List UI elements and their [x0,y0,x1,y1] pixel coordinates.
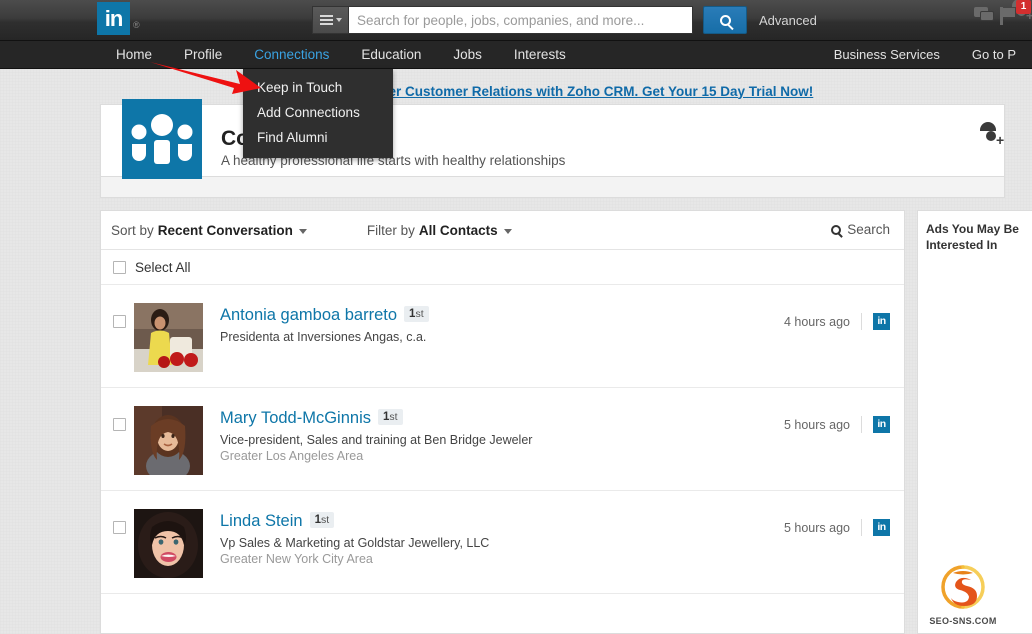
search-input[interactable] [348,6,693,34]
contact-name-link[interactable]: Linda Stein [220,512,303,530]
degree-suffix: st [389,411,397,423]
contact-meta: 5 hours ago in [784,503,892,536]
filter-by-dropdown[interactable]: Filter by All Contacts [367,223,512,238]
ads-sidebar: Ads You May Be Interested In [917,210,1032,634]
degree-suffix: st [415,308,423,320]
filter-by-value: All Contacts [419,223,498,238]
contacts-search-button[interactable]: Search [831,222,890,237]
main-nav-bar: Home Profile Connections Education Jobs … [0,41,1032,69]
top-bar: in ® Advanced + 1 [0,0,1032,41]
nav-items: Home Profile Connections Education Jobs … [100,41,582,69]
contact-info: Linda Stein 1st Vp Sales & Marketing at G… [203,503,784,566]
search-icon [720,15,731,26]
contacts-panel: Sort by Recent Conversation Filter by Al… [100,210,905,634]
linkedin-source-badge[interactable]: in [873,313,890,330]
chevron-down-icon [299,229,307,234]
contact-checkbox[interactable] [113,521,126,534]
contact-meta: 5 hours ago in [784,400,892,433]
contact-headline: Vp Sales & Marketing at Goldstar Jewelle… [220,536,784,550]
contacts-search-label: Search [847,222,890,237]
sort-by-label: Sort by [111,223,154,238]
nav-right-items: Business Services Go to P [818,41,1032,69]
advanced-search-link[interactable]: Advanced [759,13,817,28]
avatar [134,509,203,578]
filter-by-label: Filter by [367,223,415,238]
select-all-row: Select All [101,250,904,284]
connections-header-card: Connections A healthy professional life … [100,104,1005,176]
linkedin-logo[interactable]: in [97,2,130,35]
timestamp: 5 hours ago [784,418,850,432]
degree-badge: 1st [404,306,429,322]
nav-item-go-to-premium[interactable]: Go to P [956,41,1032,69]
ads-sidebar-title: Ads You May Be Interested In [926,221,1026,253]
nav-item-education[interactable]: Education [345,41,437,69]
select-all-label[interactable]: Select All [135,260,191,275]
contact-location: Greater New York City Area [220,552,784,566]
invitations-count-badge: 1 [1016,0,1031,14]
timestamp: 5 hours ago [784,521,850,535]
menu-item-add-connections[interactable]: Add Connections [243,100,393,125]
chevron-down-icon [336,18,342,22]
nav-item-profile[interactable]: Profile [168,41,238,69]
registered-mark-icon: ® [133,20,140,30]
contact-checkbox[interactable] [113,315,126,328]
chevron-down-icon [504,229,512,234]
sort-by-dropdown[interactable]: Sort by Recent Conversation [111,223,307,238]
nav-item-interests[interactable]: Interests [498,41,582,69]
contact-headline: Presidenta at Inversiones Angas, c.a. [220,330,784,344]
nav-item-home[interactable]: Home [100,41,168,69]
nav-item-jobs[interactable]: Jobs [437,41,498,69]
timestamp: 4 hours ago [784,315,850,329]
contact-info: Mary Todd-McGinnis 1st Vice-president, Sa… [203,400,784,463]
contacts-toolbar: Sort by Recent Conversation Filter by Al… [101,211,904,250]
degree-badge: 1st [310,512,335,528]
sort-by-value: Recent Conversation [158,223,293,238]
nav-item-connections[interactable]: Connections [238,41,345,69]
contact-info: Antonia gamboa barreto 1st Presidenta at … [203,297,784,346]
avatar [134,406,203,475]
divider [861,519,862,536]
menu-item-find-alumni[interactable]: Find Alumni [243,125,393,150]
table-row[interactable]: Mary Todd-McGinnis 1st Vice-president, Sa… [101,387,904,490]
divider [861,416,862,433]
table-row[interactable]: Linda Stein 1st Vp Sales & Marketing at G… [101,490,904,593]
linkedin-connections-page: in ® Advanced + 1 [0,0,1032,634]
linkedin-source-badge[interactable]: in [873,416,890,433]
linkedin-source-badge[interactable]: in [873,519,890,536]
contact-name-link[interactable]: Mary Todd-McGinnis [220,409,371,427]
avatar [134,303,203,372]
degree-suffix: st [321,514,329,526]
contact-meta: 4 hours ago in [784,297,892,330]
connections-dropdown-menu: Keep in Touch Add Connections Find Alumn… [243,69,393,158]
select-all-checkbox[interactable] [113,261,126,274]
contact-location: Greater Los Angeles Area [220,449,784,463]
menu-item-keep-in-touch[interactable]: Keep in Touch [243,75,393,100]
hamburger-icon [320,15,333,25]
contact-name-link[interactable]: Antonia gamboa barreto [220,306,397,324]
nav-item-business-services[interactable]: Business Services [818,41,956,69]
search-icon [831,225,841,235]
ad-banner: RM - Build Better Customer Relations wit… [100,78,1005,104]
search-category-dropdown[interactable] [312,6,348,34]
table-row-partial[interactable] [101,593,904,633]
contact-headline: Vice-president, Sales and training at Be… [220,433,784,447]
connections-header-footer [100,176,1005,198]
search-bar [312,6,693,34]
divider [861,313,862,330]
connections-group-icon [122,99,202,179]
table-row[interactable]: Antonia gamboa barreto 1st Presidenta at … [101,284,904,387]
contact-checkbox[interactable] [113,418,126,431]
search-submit-button[interactable] [703,6,747,34]
degree-badge: 1st [378,409,403,425]
